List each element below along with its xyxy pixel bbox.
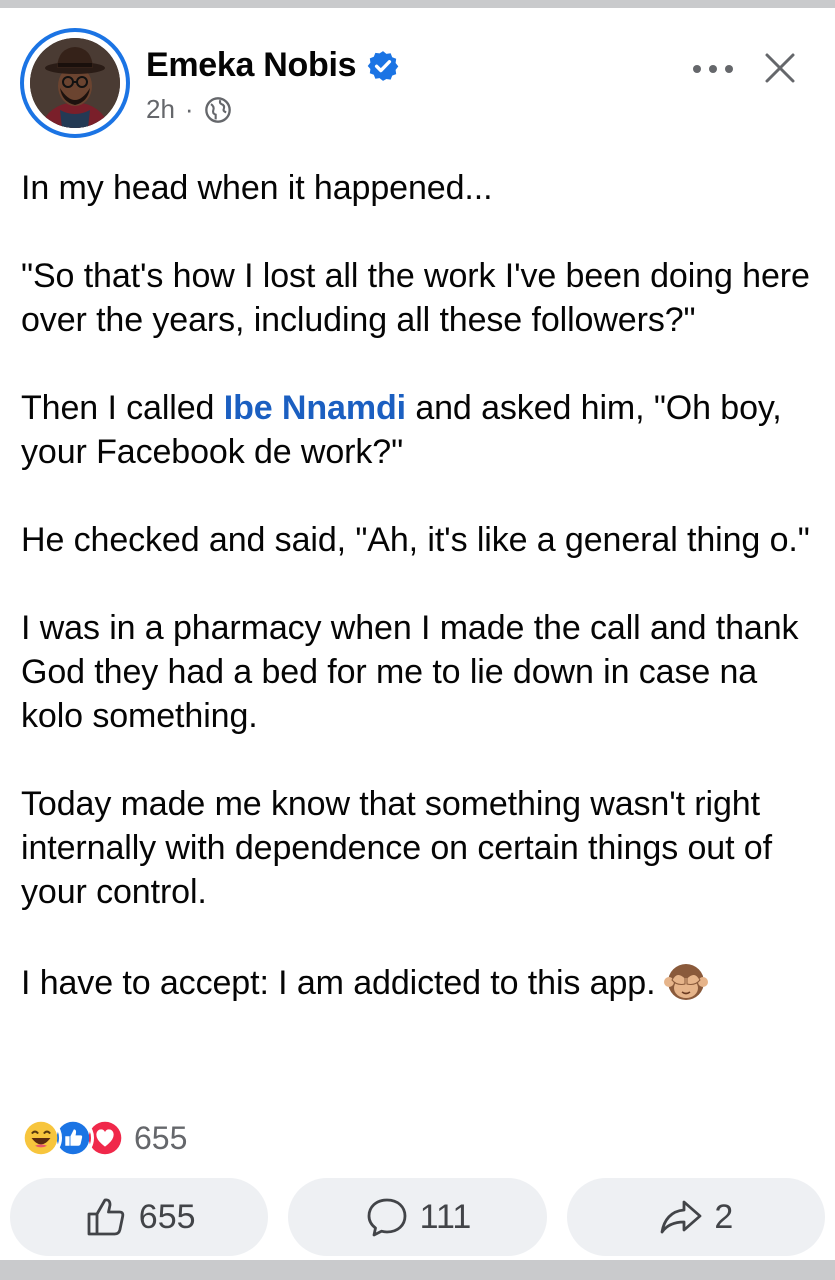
- post-paragraph: Today made me know that something wasn't…: [21, 785, 772, 911]
- paragraph-text: I have to accept: I am addicted to this …: [21, 964, 656, 1002]
- action-bar: 655 111 2: [10, 1178, 825, 1258]
- close-icon[interactable]: [760, 48, 800, 88]
- avatar-photo: [30, 38, 120, 128]
- share-icon: [660, 1200, 702, 1234]
- meta-separator: ·: [184, 94, 194, 124]
- post-time[interactable]: 2h: [146, 94, 175, 125]
- post-paragraph: I was in a pharmacy when I made the call…: [21, 609, 799, 735]
- share-button[interactable]: 2: [566, 1178, 825, 1256]
- post-card: Emeka Nobis 2h · In my head when it happ…: [0, 8, 835, 1260]
- comment-count: 111: [419, 1197, 472, 1236]
- post-paragraph-last: I have to accept: I am addicted to this …: [21, 958, 821, 1005]
- mention-link[interactable]: Ibe Nnamdi: [224, 389, 406, 427]
- thumbs-up-icon: [87, 1198, 125, 1236]
- comment-icon: [367, 1198, 407, 1237]
- post-paragraph: He checked and said, "Ah, it's like a ge…: [21, 521, 810, 559]
- avatar[interactable]: [20, 28, 130, 138]
- post-meta: 2h ·: [146, 94, 232, 125]
- author-row: Emeka Nobis: [146, 46, 400, 85]
- post-body: In my head when it happened... "So that'…: [21, 166, 821, 1005]
- comment-button[interactable]: 111: [288, 1178, 547, 1256]
- globe-icon: [204, 96, 231, 123]
- like-button[interactable]: 655: [10, 1178, 269, 1256]
- verified-badge-icon: [367, 50, 399, 81]
- post-paragraph: In my head when it happened...: [21, 169, 493, 207]
- reaction-summary[interactable]: 655: [20, 1116, 187, 1160]
- see-no-evil-monkey-icon: [664, 964, 709, 1000]
- reaction-count[interactable]: 655: [134, 1120, 187, 1157]
- paragraph-text: Then I called: [21, 389, 224, 427]
- post-paragraph: "So that's how I lost all the work I've …: [21, 257, 810, 339]
- more-options-icon[interactable]: [690, 54, 736, 84]
- like-count: 655: [138, 1197, 196, 1236]
- post-paragraph-with-mention: Then I called Ibe Nnamdi and asked him, …: [21, 386, 821, 474]
- author-name[interactable]: Emeka Nobis: [146, 46, 357, 85]
- post-header: Emeka Nobis 2h ·: [0, 8, 835, 138]
- laugh-icon: [20, 1117, 62, 1159]
- share-count: 2: [714, 1197, 734, 1236]
